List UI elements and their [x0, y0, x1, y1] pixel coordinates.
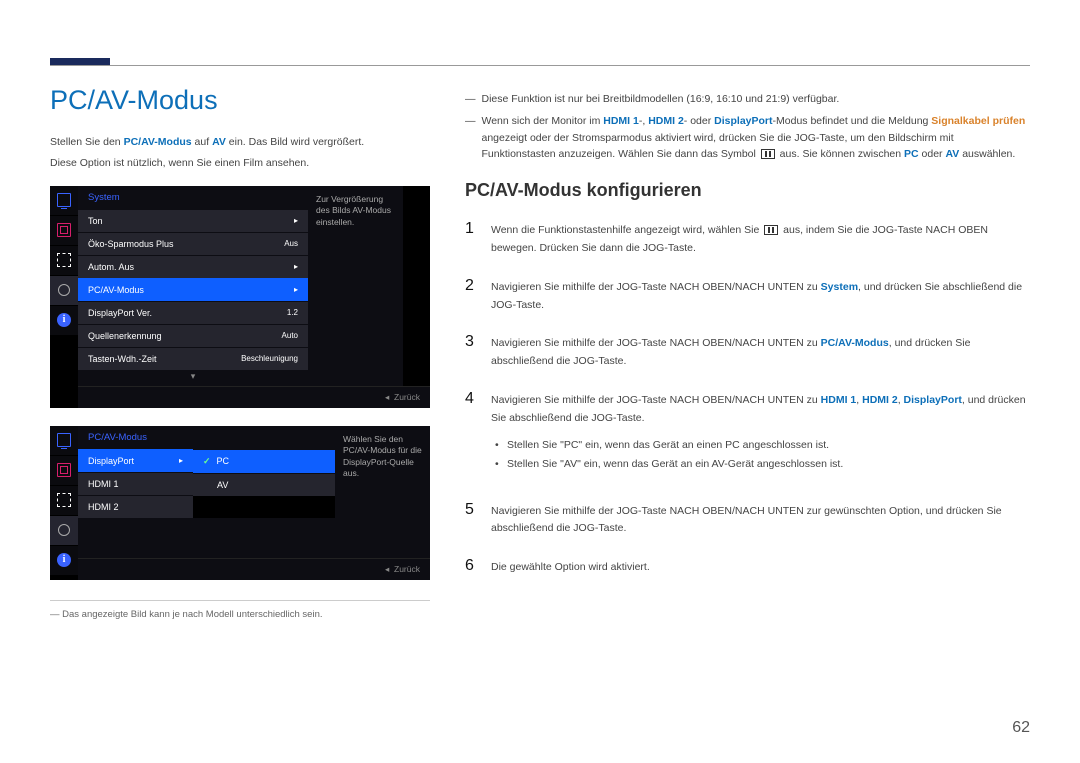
- t: -,: [639, 115, 648, 127]
- t: ein. Das Bild wird vergrößert.: [226, 136, 364, 148]
- osd-screenshot-1: i System Ton▸Öko-Sparmodus PlusAusAutom.…: [50, 186, 430, 408]
- t: Zurück: [394, 564, 420, 574]
- t: Navigieren Sie mithilfe der JOG-Taste NA…: [491, 337, 821, 349]
- osd-row: Öko-Sparmodus PlusAus: [78, 232, 308, 255]
- osd-row: Autom. Aus▸: [78, 255, 308, 278]
- osd-row: HDMI 1: [78, 472, 193, 495]
- osd-row: HDMI 2: [78, 495, 193, 518]
- t: - oder: [684, 115, 714, 127]
- t: Wenn die Funktionstastenhilfe angezeigt …: [491, 224, 762, 236]
- osd-row: Ton▸: [78, 209, 308, 232]
- tab-frame-icon: [50, 216, 78, 246]
- step-2: 2 Navigieren Sie mithilfe der JOG-Taste …: [465, 272, 1030, 315]
- page-title: PC/AV-Modus: [50, 85, 430, 116]
- t: Zurück: [394, 392, 420, 402]
- t: auswählen.: [959, 148, 1015, 160]
- t: auf: [192, 136, 212, 148]
- osd1-back: ◂ Zurück: [78, 386, 430, 408]
- t: Signalkabel prüfen: [931, 115, 1025, 127]
- t: Diese Funktion ist nur bei Breitbildmode…: [482, 91, 840, 107]
- intro-line-1: Stellen Sie den PC/AV-Modus auf AV ein. …: [50, 134, 430, 151]
- tab-picture-icon: [50, 186, 78, 216]
- t: Navigieren Sie mithilfe der JOG-Taste NA…: [491, 281, 821, 293]
- menu-icon: [764, 225, 778, 235]
- page-number: 62: [1012, 719, 1030, 737]
- t: DisplayPort: [904, 394, 962, 406]
- note-1: ―Diese Funktion ist nur bei Breitbildmod…: [465, 91, 1030, 107]
- top-rule: [50, 65, 1030, 66]
- intro-line-2: Diese Option ist nützlich, wenn Sie eine…: [50, 155, 430, 172]
- t: Die gewählte Option wird aktiviert.: [491, 559, 650, 577]
- t: Wenn sich der Monitor im: [482, 115, 604, 127]
- osd-row: DisplayPort Ver.1.2: [78, 301, 308, 324]
- osd-option: AV: [193, 473, 335, 496]
- t: -Modus befindet und die Meldung: [773, 115, 932, 127]
- tab-frame-icon: [50, 456, 78, 486]
- t: PC/AV-Modus: [124, 136, 192, 148]
- osd-row: PC/AV-Modus▸: [78, 278, 308, 301]
- scroll-down-icon: ▾: [78, 370, 308, 386]
- step-1: 1 Wenn die Funktionstastenhilfe angezeig…: [465, 215, 1030, 258]
- osd2-help-text: Wählen Sie den PC/AV-Modus für die Displ…: [335, 426, 430, 518]
- t: oder: [919, 148, 946, 160]
- t: Stellen Sie den: [50, 136, 124, 148]
- tab-picture-icon: [50, 426, 78, 456]
- osd-row: QuellenerkennungAuto: [78, 324, 308, 347]
- osd-option: ✓PC: [193, 449, 335, 473]
- t: HDMI 1: [821, 394, 857, 406]
- osd-row: Tasten-Wdh.-ZeitBeschleunigung: [78, 347, 308, 370]
- tab-resize-icon: [50, 486, 78, 516]
- t: PC/AV-Modus: [821, 337, 889, 349]
- t: Navigieren Sie mithilfe der JOG-Taste NA…: [491, 503, 1030, 539]
- footnote: ― Das angezeigte Bild kann je nach Model…: [50, 609, 430, 620]
- t: Das angezeigte Bild kann je nach Modell …: [62, 609, 322, 620]
- osd1-category: System: [78, 186, 308, 209]
- t: PC: [904, 148, 919, 160]
- t: System: [821, 281, 858, 293]
- tab-info-icon: i: [50, 306, 78, 336]
- osd1-help-text: Zur Vergrößerung des Bilds AV-Modus eins…: [308, 186, 403, 386]
- t: Navigieren Sie mithilfe der JOG-Taste NA…: [491, 394, 821, 406]
- t: HDMI 2: [862, 394, 898, 406]
- osd-screenshot-2: i PC/AV-Modus DisplayPort▸HDMI 1HDMI 2 ✓…: [50, 426, 430, 580]
- footnote-rule: [50, 600, 430, 601]
- bullet-av: Stellen Sie "AV" ein, wenn das Gerät an …: [495, 455, 1030, 474]
- step-5: 5 Navigieren Sie mithilfe der JOG-Taste …: [465, 496, 1030, 539]
- accent-bar: [50, 58, 110, 65]
- t: HDMI 1: [603, 115, 639, 127]
- t: aus. Sie können zwischen: [777, 148, 904, 160]
- note-2: ― Wenn sich der Monitor im HDMI 1-, HDMI…: [465, 113, 1030, 162]
- osd-row: DisplayPort▸: [78, 449, 193, 472]
- tab-system-icon: [50, 276, 78, 306]
- step-4: 4 Navigieren Sie mithilfe der JOG-Taste …: [465, 385, 1030, 481]
- subheading: PC/AV-Modus konfigurieren: [465, 180, 1030, 201]
- t: AV: [212, 136, 226, 148]
- bullet-pc: Stellen Sie "PC" ein, wenn das Gerät an …: [495, 436, 1030, 455]
- menu-icon: [761, 149, 775, 159]
- tab-info-icon: i: [50, 546, 78, 576]
- t: DisplayPort: [714, 115, 772, 127]
- tab-resize-icon: [50, 246, 78, 276]
- t: HDMI 2: [648, 115, 684, 127]
- step-3: 3 Navigieren Sie mithilfe der JOG-Taste …: [465, 328, 1030, 371]
- osd2-back: ◂ Zurück: [78, 558, 430, 580]
- step-6: 6 Die gewählte Option wird aktiviert.: [465, 552, 1030, 579]
- tab-system-icon: [50, 516, 78, 546]
- osd2-category: PC/AV-Modus: [78, 426, 335, 449]
- t: AV: [945, 148, 959, 160]
